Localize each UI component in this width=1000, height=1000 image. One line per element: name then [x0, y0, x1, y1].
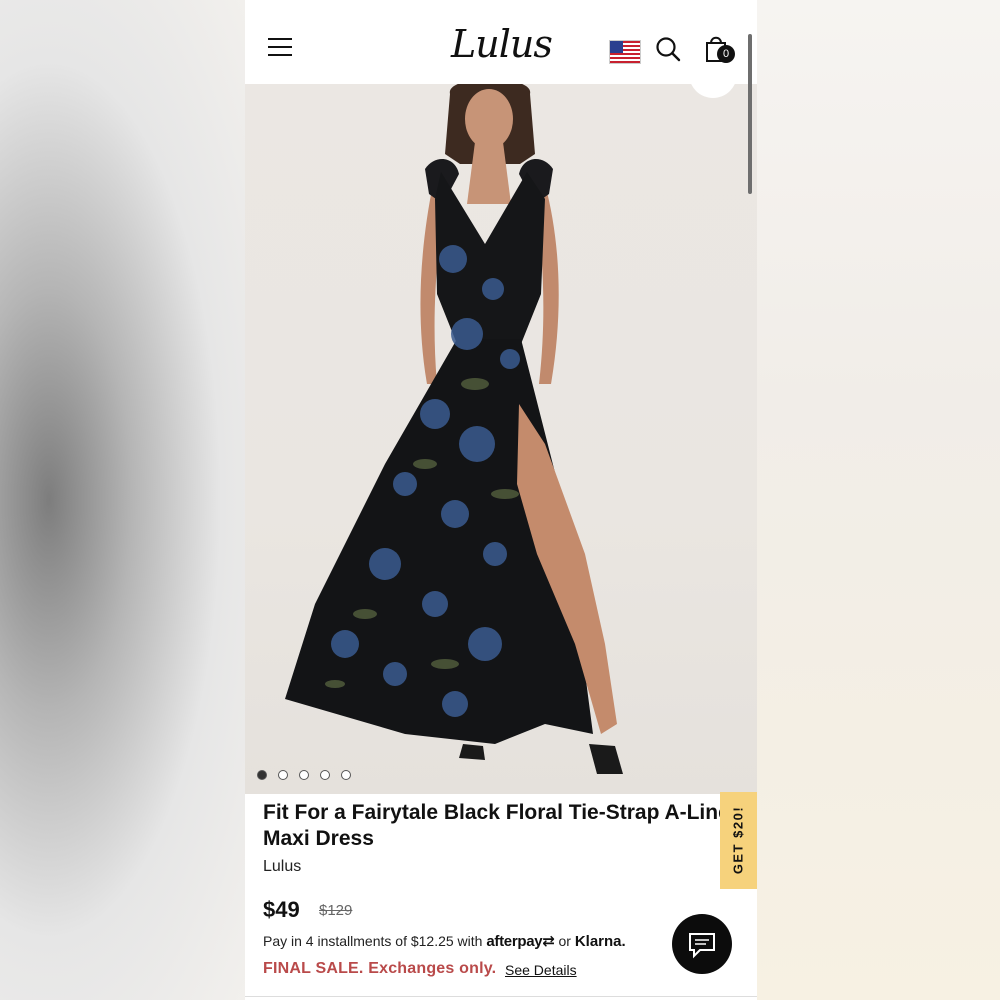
- installments-info: Pay in 4 installments of $12.25 with aft…: [263, 932, 626, 950]
- original-price: $129: [319, 902, 353, 919]
- chat-button[interactable]: [672, 914, 732, 974]
- klarna-logo[interactable]: Klarna.: [575, 933, 626, 950]
- hamburger-menu-icon[interactable]: [268, 38, 292, 58]
- carousel-dot[interactable]: [278, 770, 288, 780]
- site-header: Lulus 0: [245, 0, 757, 84]
- background-blur-right: [757, 0, 1000, 1000]
- final-sale-notice: FINAL SALE. Exchanges only.: [263, 960, 497, 977]
- chat-icon: [689, 933, 715, 959]
- sale-price: $49: [263, 897, 300, 922]
- carousel-dot[interactable]: [257, 770, 267, 780]
- product-title-line1: Fit For a Fairytale Black Floral Tie-Str…: [263, 801, 730, 824]
- product-brand[interactable]: Lulus: [263, 858, 301, 876]
- page-scrollbar[interactable]: [748, 34, 752, 194]
- or-text: or: [558, 933, 571, 949]
- afterpay-logo[interactable]: afterpay: [486, 933, 542, 950]
- site-logo[interactable]: Lulus: [451, 22, 553, 66]
- product-title-line2: Maxi Dress: [263, 827, 374, 850]
- carousel-dot[interactable]: [299, 770, 309, 780]
- search-icon[interactable]: [655, 36, 681, 62]
- us-flag-icon[interactable]: [609, 40, 641, 64]
- product-image-gallery[interactable]: [245, 84, 757, 794]
- cart-count-badge: 0: [717, 45, 735, 63]
- afterpay-arrows-icon: ⇄: [542, 933, 555, 950]
- get-discount-tab[interactable]: GET $20!: [720, 792, 757, 889]
- background-blur-left: [0, 0, 245, 1000]
- promo-label: GET $20!: [730, 805, 746, 875]
- installments-text: Pay in 4 installments of $12.25 with: [263, 933, 483, 949]
- carousel-dot[interactable]: [320, 770, 330, 780]
- product-photo: [285, 84, 623, 774]
- see-details-link[interactable]: See Details: [505, 962, 577, 978]
- mobile-viewport: Lulus 0 Fit For a Fairytale Black Floral…: [245, 0, 757, 1000]
- product-title: Fit For a Fairytale Black Floral Tie-Str…: [263, 800, 733, 852]
- divider: [245, 996, 757, 997]
- carousel-dot[interactable]: [341, 770, 351, 780]
